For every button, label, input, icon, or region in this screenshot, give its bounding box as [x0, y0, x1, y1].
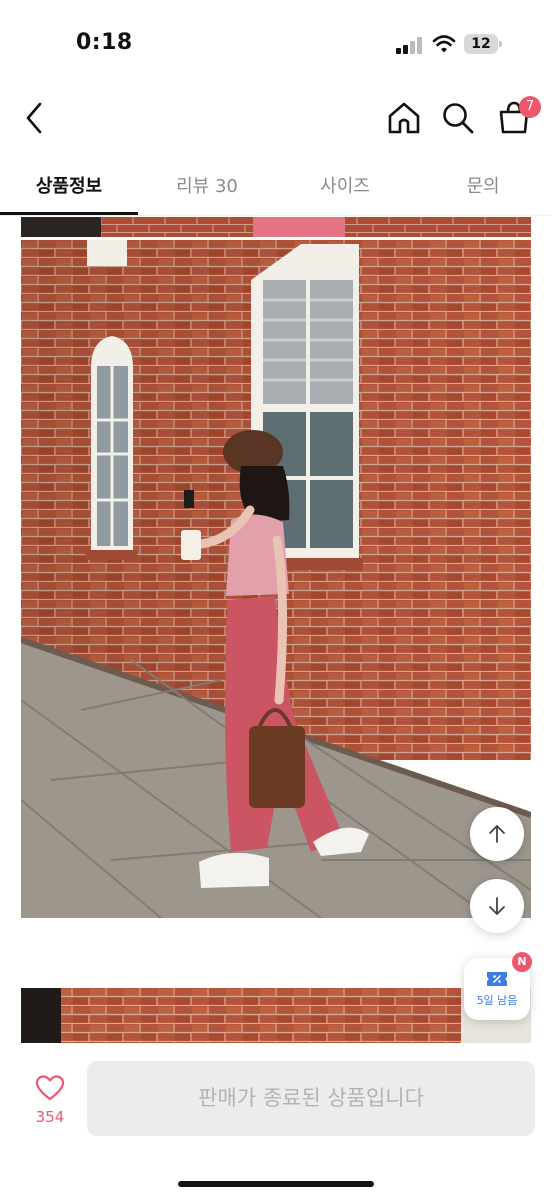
- home-indicator: [178, 1181, 374, 1187]
- tabs-divider: [0, 215, 552, 216]
- arrow-down-icon: [489, 897, 505, 915]
- status-time: 0:18: [76, 30, 133, 55]
- scroll-bottom-button[interactable]: [470, 879, 524, 933]
- tab-inquiry[interactable]: 문의: [414, 172, 552, 200]
- coupon-new-badge: N: [512, 952, 532, 972]
- cart-count-badge: 7: [519, 96, 541, 118]
- back-icon[interactable]: [18, 100, 50, 136]
- sold-out-button: 판매가 종료된 상품입니다: [87, 1061, 535, 1136]
- battery-icon: 12: [464, 34, 498, 54]
- home-icon[interactable]: [386, 100, 422, 136]
- like-count: 354: [35, 1108, 65, 1126]
- coupon-icon: [487, 972, 507, 986]
- tab-product-info[interactable]: 상품정보: [0, 172, 138, 200]
- battery-level: 12: [471, 36, 491, 52]
- tab-size[interactable]: 사이즈: [276, 172, 414, 200]
- product-photo: [21, 240, 531, 918]
- search-icon[interactable]: [440, 100, 476, 136]
- tab-reviews[interactable]: 리뷰 30: [138, 172, 276, 200]
- arrow-up-icon: [489, 825, 505, 843]
- scroll-top-button[interactable]: [470, 807, 524, 861]
- heart-icon[interactable]: [35, 1074, 65, 1102]
- cellular-signal-icon: [396, 36, 424, 54]
- wifi-icon: [432, 35, 456, 53]
- battery-cap: [499, 41, 502, 47]
- product-photo-top-strip: [21, 217, 531, 237]
- coupon-label: 5일 남음: [476, 994, 518, 1007]
- product-photo-2: [21, 988, 531, 1043]
